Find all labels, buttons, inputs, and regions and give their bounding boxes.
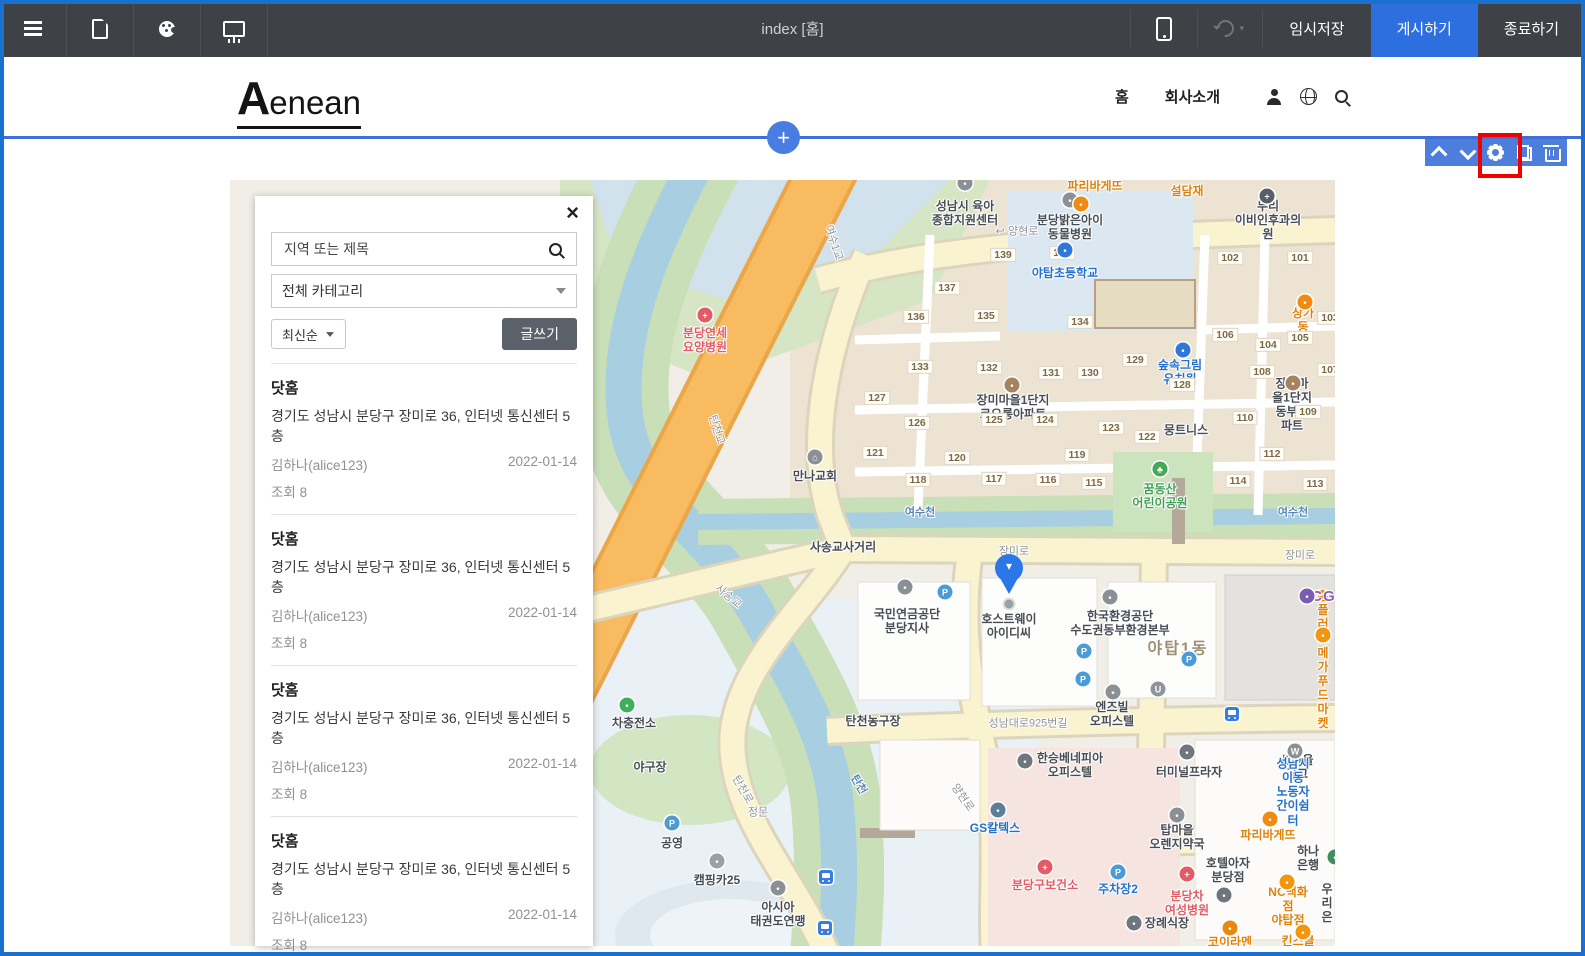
close-icon[interactable]: × [566,202,579,224]
post-title: 닷홈 [271,830,577,851]
duplicate-button[interactable] [1512,141,1536,165]
sort-value: 최신순 [282,325,318,344]
exit-button[interactable]: 종료하기 [1478,0,1585,57]
chevron-up-icon [1431,145,1448,162]
editor-window: index [홈] ▾ 임시저장 게시하기 종료하기 Aenean 홈 회사소개 [0,0,1585,956]
globe-icon[interactable] [1300,88,1317,105]
search-box [271,232,577,266]
settings-button[interactable] [1484,141,1508,165]
post-address: 경기도 성남시 분당구 장미로 36, 인터넷 통신센터 5층 [271,708,577,748]
post-address: 경기도 성남시 분당구 장미로 36, 인터넷 통신센터 5층 [271,406,577,446]
post-author: 김하나(alice123) [271,605,368,625]
search-icon[interactable] [549,243,562,256]
add-section-button[interactable]: + [767,121,800,154]
preview-button[interactable] [201,0,268,57]
logo-initial: A [237,72,269,124]
post-date: 2022-01-14 [508,756,577,776]
post-meta: 김하나(alice123) 2022-01-14 [271,907,577,927]
post-item[interactable]: 닷홈경기도 성남시 분당구 장미로 36, 인터넷 통신센터 5층김하나(ali… [271,817,577,956]
copy-icon [1517,145,1532,161]
post-author: 김하나(alice123) [271,907,368,927]
nav-home[interactable]: 홈 [1115,86,1129,107]
publish-button[interactable]: 게시하기 [1371,0,1478,57]
chevron-down-icon: ▾ [1240,23,1245,34]
post-address: 경기도 성남시 분당구 장미로 36, 인터넷 통신센터 5층 [271,557,577,597]
widget-controls [1425,139,1567,166]
post-item[interactable]: 닷홈경기도 성남시 분당구 장미로 36, 인터넷 통신센터 5층김하나(ali… [271,666,577,817]
pages-button[interactable] [67,0,134,57]
post-author: 김하나(alice123) [271,454,368,474]
editor-toolbar: index [홈] ▾ 임시저장 게시하기 종료하기 [0,0,1585,57]
board-panel: × 전체 카테고리 최신순 글쓰기 닷홈경기도 성남시 분당구 장미로 36, … [255,196,593,946]
site-logo[interactable]: Aenean [237,71,361,129]
undo-button[interactable]: ▾ [1198,0,1262,57]
write-post-button[interactable]: 글쓰기 [502,318,577,350]
move-up-button[interactable] [1427,141,1451,165]
temp-save-button[interactable]: 임시저장 [1263,0,1370,57]
post-meta: 김하나(alice123) 2022-01-14 [271,454,577,474]
gear-icon [1487,144,1504,161]
post-title: 닷홈 [271,377,577,398]
post-item[interactable]: 닷홈경기도 성남시 분당구 장미로 36, 인터넷 통신센터 5층김하나(ali… [271,515,577,666]
post-list: 닷홈경기도 성남시 분당구 장미로 36, 인터넷 통신센터 5층김하나(ali… [271,363,577,956]
post-date: 2022-01-14 [508,907,577,927]
chevron-down-icon [1459,143,1476,160]
move-down-button[interactable] [1456,141,1480,165]
post-meta: 김하나(alice123) 2022-01-14 [271,756,577,776]
post-views: 조회 8 [271,481,577,501]
post-views: 조회 8 [271,632,577,652]
mobile-icon [1156,17,1172,41]
post-views: 조회 8 [271,783,577,803]
sort-dropdown[interactable]: 최신순 [271,319,346,349]
monitor-icon [223,21,245,37]
theme-button[interactable] [134,0,201,57]
post-title: 닷홈 [271,528,577,549]
post-title: 닷홈 [271,679,577,700]
post-views: 조회 8 [271,934,577,954]
logo-rest: enean [269,84,361,121]
menu-button[interactable] [0,0,67,57]
delete-button[interactable] [1541,141,1565,165]
caret-down-icon [326,332,334,341]
category-value: 전체 카테고리 [282,281,363,301]
page-icon [92,19,108,39]
mobile-view-button[interactable] [1131,0,1197,57]
post-address: 경기도 성남시 분당구 장미로 36, 인터넷 통신센터 5층 [271,859,577,899]
hamburger-icon [24,21,42,24]
bus-stop-icon [818,921,832,935]
search-icon[interactable] [1335,90,1348,103]
palette-icon [159,21,175,37]
nav-about[interactable]: 회사소개 [1165,86,1220,107]
undo-icon [1213,17,1237,41]
post-item[interactable]: 닷홈경기도 성남시 분당구 장미로 36, 인터넷 통신센터 5층김하나(ali… [271,364,577,515]
map-marker-pin[interactable]: ▾ [994,554,1024,600]
bus-stop-icon [819,870,833,884]
search-input[interactable] [282,240,549,258]
post-author: 김하나(alice123) [271,756,368,776]
chevron-down-icon [556,288,566,299]
trash-icon [1545,149,1561,162]
category-select[interactable]: 전체 카테고리 [271,274,577,308]
post-date: 2022-01-14 [508,454,577,474]
post-meta: 김하나(alice123) 2022-01-14 [271,605,577,625]
post-date: 2022-01-14 [508,605,577,625]
user-icon[interactable] [1266,89,1282,105]
site-nav: 홈 회사소개 [1115,57,1348,136]
bus-stop-icon [1225,707,1239,721]
